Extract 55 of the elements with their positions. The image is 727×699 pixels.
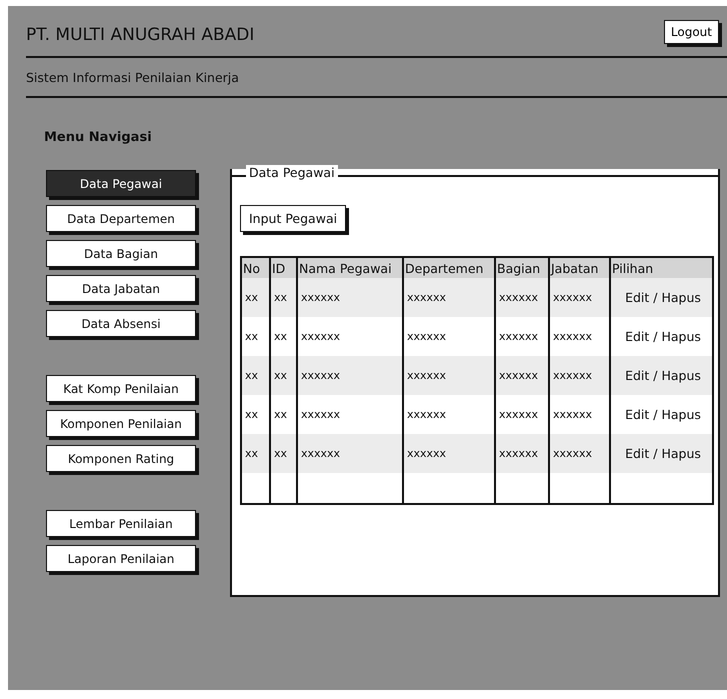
table-cell: xxxxxx — [301, 330, 340, 343]
table-cell: xxxxxx — [553, 291, 592, 304]
table-cell: xx — [274, 291, 288, 304]
table-cell: xx — [274, 330, 288, 343]
table-cell: xxxxxx — [499, 291, 538, 304]
table-cell: xx — [274, 408, 288, 421]
table-cell: xx — [274, 369, 288, 382]
app-title: PT. MULTI ANUGRAH ABADI — [26, 25, 254, 45]
table-cell: xxxxxx — [407, 291, 446, 304]
table-cell: xxxxxx — [407, 369, 446, 382]
table-cell: xxxxxx — [553, 369, 592, 382]
nav-button[interactable]: Data Bagian — [46, 240, 196, 267]
column-header: Nama Pegawai — [299, 260, 392, 276]
edit-delete-link[interactable]: Edit / Hapus — [625, 329, 701, 344]
column-header: Departemen — [405, 260, 484, 276]
table-cell: xxxxxx — [301, 291, 340, 304]
table-cell: xxxxxx — [499, 447, 538, 460]
table-cell: xxxxxx — [553, 330, 592, 343]
column-header: No — [243, 260, 260, 276]
table-cell: xx — [274, 447, 288, 460]
table-cell: xxxxxx — [301, 447, 340, 460]
table-cell: xxxxxx — [407, 408, 446, 421]
table-cell: xx — [245, 408, 258, 421]
table-cell: xxxxxx — [553, 447, 592, 460]
column-header: Pilihan — [612, 260, 654, 276]
table-cell: xx — [245, 291, 258, 304]
nav-button[interactable]: Kat Komp Penilaian — [46, 375, 196, 402]
nav-button[interactable]: Komponen Penilaian — [46, 410, 196, 437]
table-cell: xxxxxx — [407, 330, 446, 343]
nav-button[interactable]: Lembar Penilaian — [46, 510, 196, 537]
app-subtitle: Sistem Informasi Penilaian Kinerja — [26, 70, 239, 84]
table-cell: xxxxxx — [553, 408, 592, 421]
nav-button[interactable]: Data Jabatan — [46, 275, 196, 302]
table-cell: xxxxxx — [499, 408, 538, 421]
table-cell: xx — [245, 330, 258, 343]
table-cell: xxxxxx — [301, 369, 340, 382]
column-header: ID — [272, 260, 286, 276]
input-employee-button[interactable]: Input Pegawai — [240, 205, 346, 232]
nav-button[interactable]: Laporan Penilaian — [46, 545, 196, 572]
column-header: Bagian — [497, 260, 540, 276]
nav-button[interactable]: Komponen Rating — [46, 445, 196, 472]
logout-button[interactable]: Logout — [664, 20, 719, 44]
table-cell: xxxxxx — [499, 369, 538, 382]
table-cell: xxxxxx — [499, 330, 538, 343]
nav-button[interactable]: Data Absensi — [46, 310, 196, 337]
nav-button[interactable]: Data Pegawai — [46, 170, 196, 197]
table-cell: xxxxxx — [301, 408, 340, 421]
menu-heading: Menu Navigasi — [44, 130, 153, 147]
panel-title: Data Pegawai — [246, 165, 338, 180]
table-cell: xxxxxx — [407, 447, 446, 460]
table-cell: xx — [245, 447, 258, 460]
column-header: Jabatan — [551, 260, 598, 276]
nav-button[interactable]: Data Departemen — [46, 205, 196, 232]
edit-delete-link[interactable]: Edit / Hapus — [625, 407, 701, 422]
table-cell: xx — [245, 369, 258, 382]
